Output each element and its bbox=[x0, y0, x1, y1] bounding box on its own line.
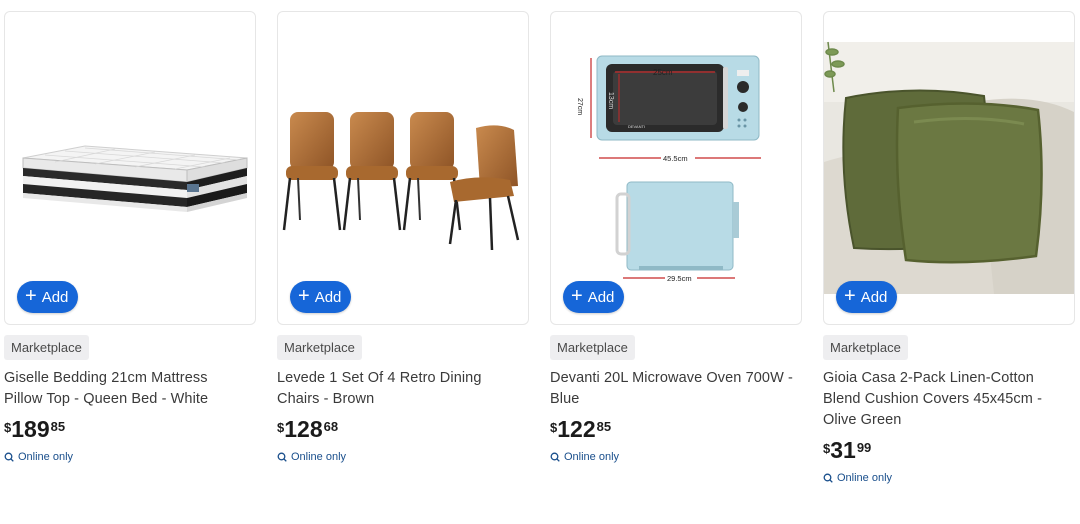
marketplace-badge: Marketplace bbox=[550, 335, 635, 360]
product-title[interactable]: Devanti 20L Microwave Oven 700W - Blue bbox=[550, 368, 795, 410]
product-grid: + Add Marketplace Giselle Bedding 21cm M… bbox=[0, 0, 1080, 524]
price-dollars: 122 bbox=[557, 416, 596, 442]
add-to-cart-button[interactable]: + Add bbox=[836, 281, 898, 313]
availability: Online only bbox=[550, 451, 802, 463]
dimension-label: 27cm bbox=[576, 98, 583, 115]
product-image[interactable]: + Add bbox=[277, 11, 529, 325]
product-title[interactable]: Levede 1 Set Of 4 Retro Dining Chairs - … bbox=[277, 368, 522, 410]
online-icon bbox=[550, 452, 560, 462]
price-cents: 68 bbox=[323, 419, 339, 434]
price-dollars: 31 bbox=[830, 437, 856, 463]
plus-icon: + bbox=[25, 285, 37, 307]
price-dollars: 128 bbox=[284, 416, 323, 442]
product-title[interactable]: Gioia Casa 2-Pack Linen-Cotton Blend Cus… bbox=[823, 368, 1068, 431]
dimension-label: 25cm bbox=[653, 68, 673, 77]
product-card[interactable]: + Add Marketplace Levede 1 Set Of 4 Retr… bbox=[277, 11, 529, 463]
marketplace-badge: Marketplace bbox=[823, 335, 908, 360]
price-currency: $ bbox=[4, 420, 12, 435]
online-icon bbox=[277, 452, 287, 462]
product-price: $ 31 99 bbox=[823, 437, 1075, 463]
price-currency: $ bbox=[823, 441, 831, 456]
microwave-image: DEVANTI 25cm 27cm 13cm 45.5cm 29.5cm bbox=[576, 55, 761, 283]
product-title[interactable]: Giselle Bedding 21cm Mattress Pillow Top… bbox=[4, 368, 249, 410]
product-card[interactable]: + Add Marketplace Gioia Casa 2-Pack Line… bbox=[823, 11, 1075, 484]
availability: Online only bbox=[277, 451, 529, 463]
product-price: $ 128 68 bbox=[277, 416, 529, 442]
product-price: $ 122 85 bbox=[550, 416, 802, 442]
add-to-cart-button[interactable]: + Add bbox=[290, 281, 352, 313]
price-currency: $ bbox=[277, 420, 285, 435]
online-icon bbox=[823, 473, 833, 483]
price-cents: 85 bbox=[596, 419, 612, 434]
product-image[interactable]: DEVANTI 25cm 27cm 13cm 45.5cm 29.5cm + A… bbox=[550, 11, 802, 325]
online-icon bbox=[4, 452, 14, 462]
brand-text: DEVANTI bbox=[628, 124, 645, 129]
product-image[interactable]: + Add bbox=[4, 11, 256, 325]
product-card[interactable]: DEVANTI 25cm 27cm 13cm 45.5cm 29.5cm + A… bbox=[550, 11, 802, 463]
plus-icon: + bbox=[571, 285, 583, 307]
dimension-label: 45.5cm bbox=[663, 154, 688, 163]
add-to-cart-button[interactable]: + Add bbox=[563, 281, 625, 313]
chair bbox=[282, 112, 342, 231]
price-cents: 85 bbox=[50, 419, 66, 434]
dimension-label: 13cm bbox=[607, 92, 614, 109]
price-cents: 99 bbox=[856, 440, 872, 455]
marketplace-badge: Marketplace bbox=[277, 335, 362, 360]
dimension-label: 29.5cm bbox=[667, 274, 692, 283]
mattress-image bbox=[22, 145, 248, 212]
add-to-cart-button[interactable]: + Add bbox=[17, 281, 79, 313]
dining-chairs-image bbox=[282, 112, 520, 251]
product-image[interactable]: + Add bbox=[823, 11, 1075, 325]
plus-icon: + bbox=[298, 285, 310, 307]
product-card[interactable]: + Add Marketplace Giselle Bedding 21cm M… bbox=[4, 11, 256, 463]
price-currency: $ bbox=[550, 420, 558, 435]
cushion-covers-image bbox=[824, 41, 1074, 295]
plus-icon: + bbox=[844, 285, 856, 307]
availability: Online only bbox=[823, 472, 1075, 484]
marketplace-badge: Marketplace bbox=[4, 335, 89, 360]
price-dollars: 189 bbox=[11, 416, 50, 442]
availability: Online only bbox=[4, 451, 256, 463]
product-price: $ 189 85 bbox=[4, 416, 256, 442]
